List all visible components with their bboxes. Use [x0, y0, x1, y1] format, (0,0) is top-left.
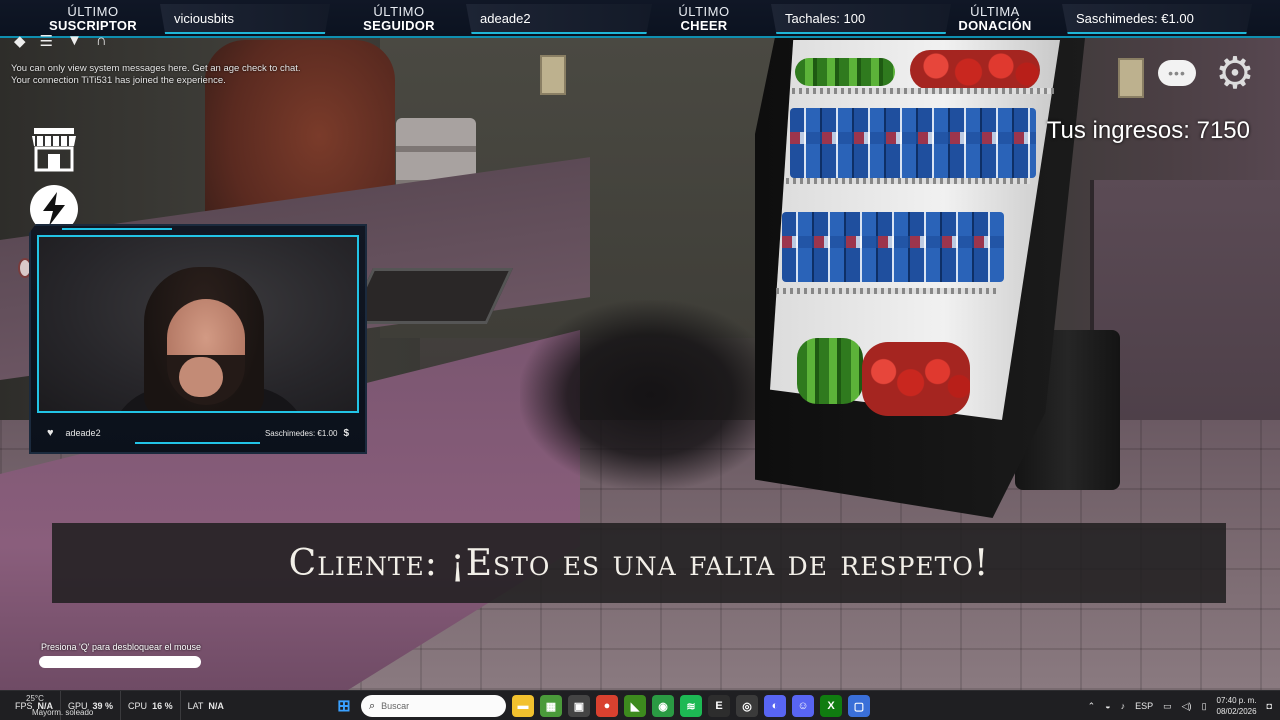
latest-subscriber-value: viciousbits [160, 4, 330, 34]
lat-stat: LAT N/A [181, 691, 231, 720]
mouse-unlock-hint: Presiona 'Q' para desbloquear el mouse [41, 642, 202, 652]
label-line2: SEGUIDOR [363, 18, 435, 33]
fridge-shelf [776, 288, 1000, 294]
chat-bubble-icon[interactable]: ••• [1158, 60, 1196, 86]
search-input[interactable]: ⌕ Buscar [361, 695, 506, 717]
latest-follower-value: adeade2 [466, 4, 652, 34]
cam-accent [62, 228, 172, 230]
label-line1: ÚLTIMO [373, 4, 425, 19]
wall-outlet [1118, 58, 1144, 98]
microphone-icon[interactable]: ♪ [1121, 701, 1126, 711]
windows-taskbar: FPS N/A GPU 39 % CPU 16 % LAT N/A 25°C M… [0, 690, 1280, 720]
cucumbers [795, 58, 895, 86]
file-explorer-icon[interactable]: ▬ [512, 695, 534, 717]
webcam-video [37, 235, 359, 413]
clock-time: 07:40 p. m. [1216, 696, 1257, 705]
spotify-icon[interactable]: ≋ [680, 695, 702, 717]
obs-icon[interactable]: ◎ [736, 695, 758, 717]
store-icon[interactable] [29, 124, 79, 174]
label-line1: ÚLTIMO [678, 4, 730, 19]
notification-icon[interactable]: ◘ [1267, 701, 1272, 711]
discord-like-icon[interactable]: ◐ [764, 695, 786, 717]
cpu-stat: CPU 16 % [121, 691, 181, 720]
stream-alert-bar: ÚLTIMO SUSCRIPTOR viciousbits ÚLTIMO SEG… [0, 0, 1280, 38]
search-icon: ⌕ [369, 699, 376, 712]
follower-name: adeade2 [65, 428, 101, 438]
dollar-icon: $ [343, 427, 349, 439]
roblox-icon[interactable]: ▢ [848, 695, 870, 717]
gear-icon[interactable]: ⚙ [1213, 52, 1257, 96]
cpu-value: 16 % [152, 701, 173, 711]
chevron-up-icon[interactable]: ⌃ [1088, 701, 1096, 712]
latest-donation-value: Saschimedes: €1.00 [1062, 4, 1252, 34]
clock-date: 08/02/2026 [1216, 707, 1257, 716]
cucumbers [797, 338, 863, 404]
language-indicator[interactable]: ESP [1135, 701, 1153, 711]
roblox-menu-icon[interactable]: ◆ [14, 32, 26, 50]
weather-desc: Mayorm. soleado [32, 708, 94, 717]
hint-progress-bar [39, 656, 201, 668]
lat-value: N/A [208, 701, 224, 711]
income-counter: Tus ingresos: 7150 [1046, 117, 1250, 144]
menu-icon[interactable]: ☰ [40, 32, 53, 50]
nvidia-icon[interactable]: ◣ [624, 695, 646, 717]
chat-icon[interactable]: ▼ [67, 32, 82, 50]
system-chat: You can only view system messages here. … [11, 63, 311, 87]
wall-outlet [540, 55, 566, 95]
spotify-like-icon[interactable]: ◉ [652, 695, 674, 717]
latest-cheer: ÚLTIMO CHEER Tachales: 100 [645, 0, 951, 38]
search-placeholder: Buscar [381, 701, 410, 711]
latest-follower: ÚLTIMO SEGUIDOR adeade2 [340, 0, 652, 38]
taskbar-apps: ⊞ ⌕ Buscar ▬ ▦ ▣ ● ◣ ◉ ≋ E ◎ ◐ ☺ X ▢ [333, 691, 870, 720]
soda-cans [782, 212, 1004, 282]
heart-icon: ♥ [47, 427, 54, 439]
xbox-icon[interactable]: X [820, 695, 842, 717]
chat-toolbar: ◆ ☰ ▼ ∩ [14, 32, 107, 50]
chat-message: Your connection TiTi531 has joined the e… [11, 75, 226, 86]
latest-follower-label: ÚLTIMO SEGUIDOR [340, 5, 458, 33]
subtitle-text: Cliente: ¡Esto es una falta de respeto! [288, 542, 990, 584]
latest-subscriber-label: ÚLTIMO SUSCRIPTOR [34, 5, 152, 33]
headset-icon[interactable]: ∩ [96, 32, 107, 50]
cpu-label: CPU [128, 701, 148, 711]
label-line2: DONACIÓN [958, 18, 1032, 33]
soda-cans [790, 108, 1036, 178]
tomatoes [862, 342, 970, 416]
label-line2: SUSCRIPTOR [49, 18, 137, 33]
gpu-value: 39 % [92, 701, 114, 711]
clock[interactable]: 07:40 p. m. 08/02/2026 [1217, 695, 1257, 717]
network-icon[interactable]: ▭ [1163, 701, 1172, 712]
streamer-hand [179, 357, 223, 397]
fridge-shelf [792, 88, 1054, 94]
battery-icon[interactable]: ▯ [1202, 701, 1207, 712]
webcam-footer: ♥ adeade2 Saschimedes: €1.00 $ [37, 422, 359, 444]
label-line1: ÚLTIMA [970, 4, 1020, 19]
weather-temp: 25°C [26, 694, 44, 703]
sink [346, 268, 514, 324]
volume-icon[interactable]: ◁) [1182, 701, 1192, 712]
label-line1: ÚLTIMO [67, 4, 119, 19]
weather-widget[interactable]: 25°C Mayorm. soleado [26, 694, 93, 717]
epic-icon[interactable]: E [708, 695, 730, 717]
ms-store-icon[interactable]: ▣ [568, 695, 590, 717]
chat-message: You can only view system messages here. … [11, 63, 301, 74]
tray-app-icon[interactable]: ◒ [1105, 701, 1110, 711]
lat-label: LAT [187, 701, 204, 711]
minecraft-icon[interactable]: ▦ [540, 695, 562, 717]
shadow-creature [520, 300, 780, 490]
fridge-shelf [786, 178, 1030, 184]
dialogue-subtitle: Cliente: ¡Esto es una falta de respeto! [52, 523, 1226, 603]
latest-cheer-label: ÚLTIMO CHEER [645, 5, 763, 33]
tomatoes [910, 50, 1040, 90]
discord-icon[interactable]: ☺ [792, 695, 814, 717]
latest-donation-label: ÚLTIMA DONACIÓN [936, 5, 1054, 33]
latest-donation: ÚLTIMA DONACIÓN Saschimedes: €1.00 [936, 0, 1252, 38]
windows-start-icon[interactable]: ⊞ [333, 695, 355, 717]
latest-cheer-value: Tachales: 100 [771, 4, 951, 34]
system-tray: ⌃ ◒ ♪ ESP ▭ ◁) ▯ 07:40 p. m. 08/02/2026 … [1088, 691, 1272, 720]
label-line2: CHEER [680, 18, 728, 33]
donation-text: Saschimedes: €1.00 [264, 428, 338, 438]
chrome-icon[interactable]: ● [596, 695, 618, 717]
